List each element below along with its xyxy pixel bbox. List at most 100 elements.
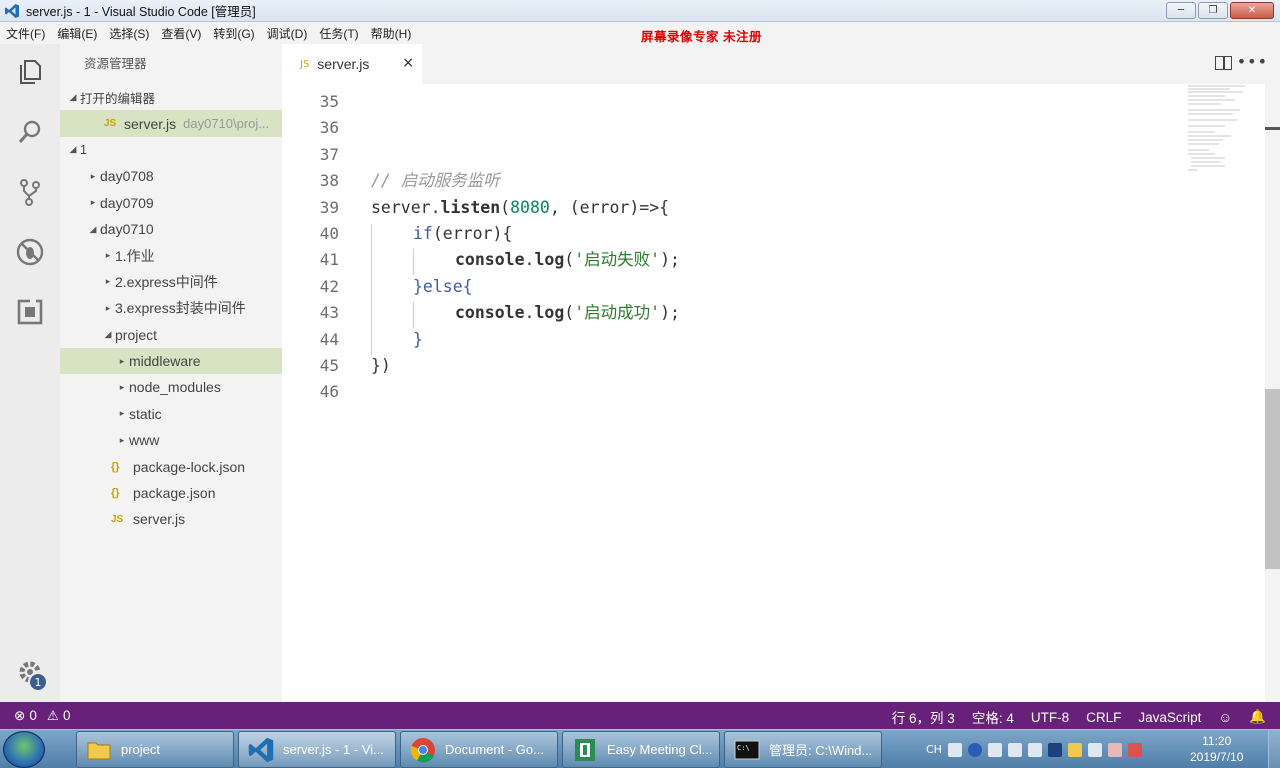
tree-item[interactable]: ▸ middleware [60,347,282,375]
menu-edit[interactable]: 编辑(E) [57,25,97,42]
cursor-position[interactable]: 行 6，列 3 [892,707,955,727]
menu-debug[interactable]: 调试(D) [267,25,308,42]
chevron-down-icon: ◢ [104,329,112,340]
warning-count: 0 [62,708,71,723]
tree-item[interactable]: {} package-lock.json [60,453,282,479]
menu-view[interactable]: 查看(V) [161,25,201,42]
tray-app-icon[interactable] [1027,742,1042,757]
tray-cloud-icon[interactable] [1067,742,1082,757]
close-button[interactable]: ✕ [1230,2,1274,19]
clipboard-icon[interactable] [1087,742,1102,757]
code-token: . [524,303,535,323]
explorer-sidebar: 资源管理器 ◢ 打开的编辑器 JS server.js day0710\proj… [60,44,282,702]
screen: server.js - 1 - Visual Studio Code [管理员]… [0,0,1280,768]
tree-item[interactable]: ▸ www [60,427,282,453]
workspace-section[interactable]: ◢ 1 [60,137,282,163]
more-actions-icon[interactable]: ••• [1237,52,1268,71]
tree-item-label: middleware [129,353,201,370]
keyboard-icon[interactable] [947,742,962,757]
code-token: }else{ [413,276,473,296]
indentation[interactable]: 空格: 4 [972,707,1014,727]
encoding[interactable]: UTF-8 [1031,710,1069,725]
search-icon[interactable] [0,108,60,156]
show-desktop-button[interactable] [1268,730,1280,768]
taskbar-item-chrome[interactable]: Document - Go... [400,731,558,768]
svg-text:C:\: C:\ [737,744,750,752]
code-token: ( [500,197,511,217]
tree-item[interactable]: ◢ project [60,322,282,348]
scrollbar-thumb[interactable] [1265,389,1280,569]
window-controls: ─ ❐ ✕ [1166,2,1274,19]
code-text: if(error){ [413,221,512,247]
tree-item[interactable]: ▸ 2.express中间件 [60,269,282,295]
tree-item[interactable]: JS server.js [60,506,282,532]
menu-goto[interactable]: 转到(G) [213,25,254,42]
code-editor[interactable]: 35 36 37 38// 启动服务监听 39 server.listen(8080, (… [282,84,1265,702]
notifications-bell-icon[interactable]: 🔔 [1249,709,1266,725]
vertical-scrollbar[interactable] [1265,84,1280,702]
code-token: '启动成功' [574,303,661,323]
indent-guide [413,302,414,328]
language-mode[interactable]: JavaScript [1138,710,1201,725]
vs-tray-icon[interactable] [1047,742,1062,757]
tab-server-js[interactable]: JS server.js × [282,44,422,84]
tree-item[interactable]: ▸ static [60,401,282,427]
minimize-button[interactable]: ─ [1166,2,1196,19]
vscode-icon [248,737,274,762]
open-editors-header: 打开的编辑器 [80,91,156,106]
tray-settings-icon[interactable] [987,742,1002,757]
open-editors-section[interactable]: ◢ 打开的编辑器 [60,84,282,110]
source-control-icon[interactable] [0,168,60,216]
problems-indicator[interactable]: ⊗ 0 ⚠ 0 [14,708,70,724]
js-file-icon: JS [300,58,310,70]
tree-item[interactable]: ▸ day0708 [60,163,282,189]
menu-tasks[interactable]: 任务(T) [319,25,358,42]
folder-icon [87,742,111,759]
code-token: error [579,197,630,217]
help-icon[interactable] [967,742,982,757]
explorer-icon[interactable] [0,48,60,96]
scroll-position-marker [1265,127,1280,130]
taskbar-item-vscode[interactable]: server.js - 1 - Vi... [238,731,396,768]
power-icon[interactable] [1127,742,1142,757]
code-token: . [524,250,535,270]
extensions-icon[interactable] [0,288,60,336]
line-ending[interactable]: CRLF [1086,710,1121,725]
tree-item[interactable]: {} package.json [60,480,282,506]
code-token: . [430,197,441,217]
line-number: 38 [319,171,339,191]
menu-file[interactable]: 文件(F) [6,25,45,42]
window-title: server.js - 1 - Visual Studio Code [管理员] [26,5,256,19]
clock[interactable]: 11:20 2019/7/10 [1190,733,1243,765]
tree-item[interactable]: ▸ 3.express封装中间件 [60,295,282,321]
input-language[interactable]: CH [926,743,942,756]
start-button[interactable] [3,731,45,768]
taskbar-item-cmd[interactable]: C:\ 管理员: C:\Wind... [724,731,882,768]
code-token: 8080 [510,197,550,217]
clock-date: 2019/7/10 [1190,750,1244,764]
menu-selection[interactable]: 选择(S) [109,25,149,42]
volume-muted-icon[interactable] [1107,742,1122,757]
tree-item[interactable]: ▸ day0709 [60,190,282,216]
code-line: 39 server.listen(8080, (error)=>{ [282,195,1182,221]
line-number: 46 [319,382,339,402]
network-icon[interactable] [1007,742,1022,757]
restore-button[interactable]: ❐ [1198,2,1228,19]
close-tab-icon[interactable]: × [402,55,414,71]
open-editor-item[interactable]: JS server.js day0710\proj... [60,110,282,137]
taskbar-item-easy-meeting[interactable]: Easy Meeting Cl... [562,731,720,768]
taskbar-item-project[interactable]: project [76,731,234,768]
tree-item[interactable]: ◢ day0710 [60,216,282,242]
tree-item[interactable]: ▸ 1.作业 [60,242,282,268]
debug-icon[interactable] [0,228,60,276]
js-file-icon: JS [104,118,117,130]
sidebar-title: 资源管理器 [84,57,147,71]
split-editor-icon[interactable] [1215,56,1232,70]
menu-help[interactable]: 帮助(H) [371,25,412,42]
tree-item[interactable]: ▸ node_modules [60,374,282,400]
indent-guide [371,224,372,355]
minimap[interactable] [1185,84,1265,184]
feedback-smiley-icon[interactable]: ☺ [1218,710,1232,725]
chevron-right-icon: ▸ [105,276,111,287]
chevron-right-icon: ▸ [90,197,96,208]
